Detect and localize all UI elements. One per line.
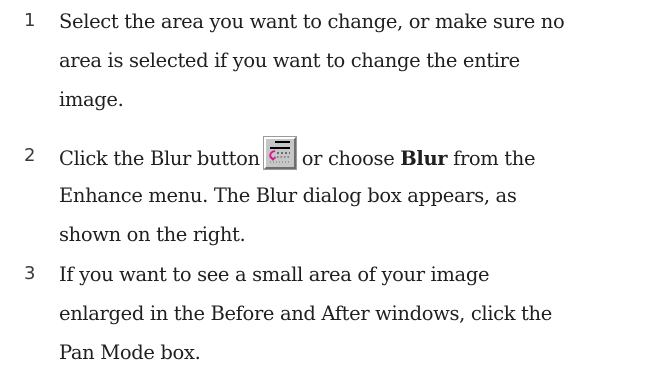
menu-command-name: Blur	[400, 147, 448, 170]
step-text-fragment: from the	[453, 147, 536, 170]
step-text-line: Click the Blur button or choose Blur fro…	[59, 136, 659, 176]
step-text-line: Pan Mode box.	[59, 341, 201, 364]
step-number: 3	[24, 263, 36, 284]
step-text-line: If you want to see a small area of your …	[59, 263, 490, 286]
blur-button[interactable]	[262, 136, 297, 170]
step-text: If you want to see a small area of your …	[59, 255, 659, 372]
step-text-fragment: or choose	[301, 147, 395, 170]
step-number: 1	[24, 10, 36, 31]
blur-tool-icon	[269, 141, 290, 163]
step-number: 2	[24, 145, 36, 166]
step-text-line: shown on the right.	[59, 223, 246, 246]
step-text-line: area is selected if you want to change t…	[59, 49, 520, 72]
step-text-line: Enhance menu. The Blur dialog box appear…	[59, 184, 517, 207]
step-text-line: image.	[59, 88, 124, 111]
step-text-line: Select the area you want to change, or m…	[59, 10, 565, 33]
step-text-line: enlarged in the Before and After windows…	[59, 302, 552, 325]
step-text-fragment: Click the Blur button	[59, 147, 260, 170]
step-text: Select the area you want to change, or m…	[59, 2, 659, 119]
step-text: Click the Blur button or choose Blur fro…	[59, 136, 659, 254]
